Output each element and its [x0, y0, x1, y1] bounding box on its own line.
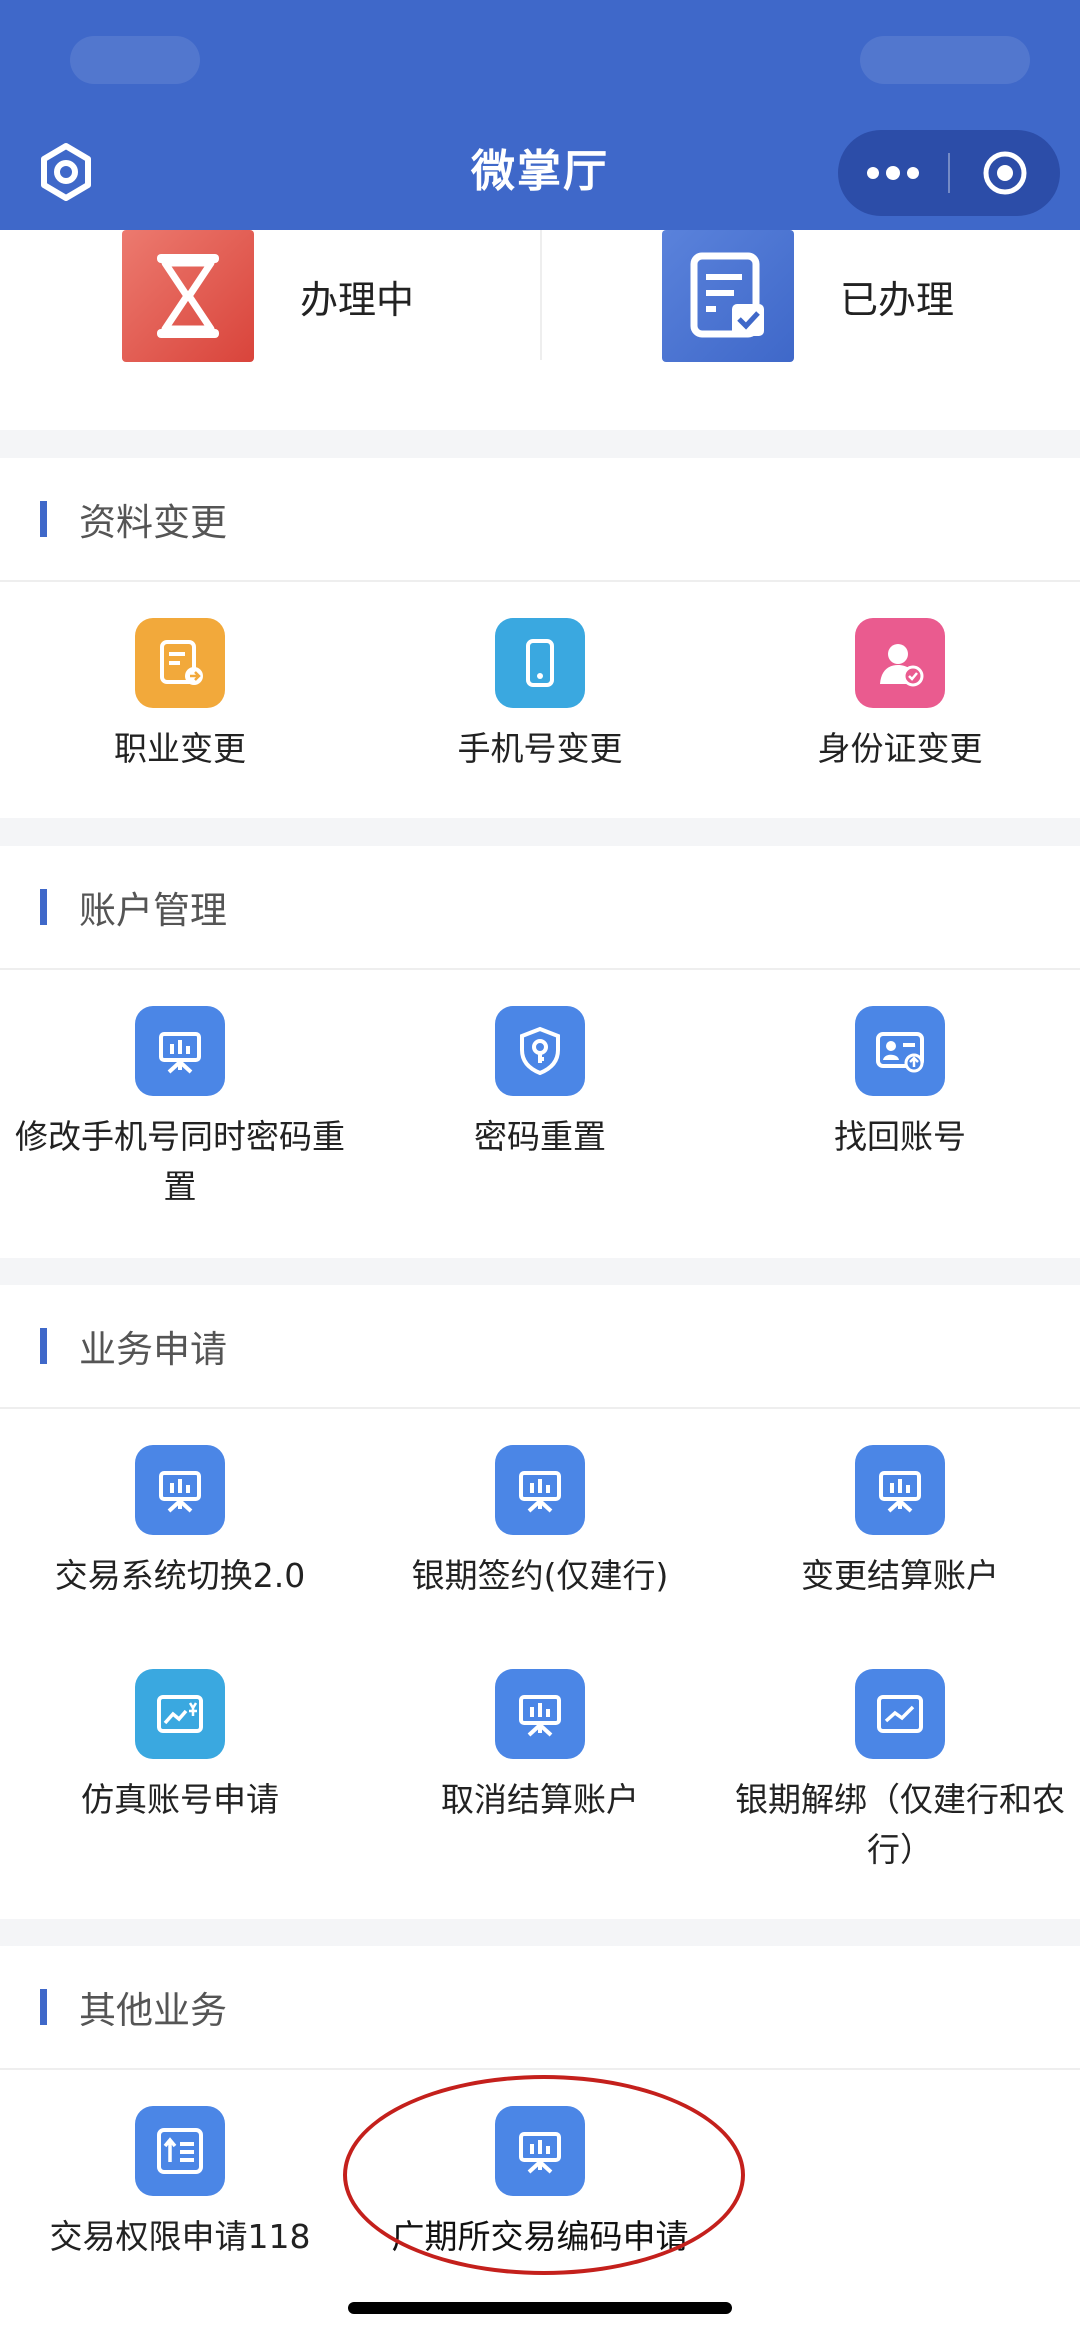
- phone-icon: [495, 618, 585, 708]
- service-phone-change[interactable]: 手机号变更: [360, 618, 720, 774]
- presentation-icon: [855, 1445, 945, 1535]
- presentation-icon: [495, 1445, 585, 1535]
- service-label: 职业变更: [114, 729, 246, 768]
- section-title: 其他业务: [79, 1989, 227, 2032]
- user-check-icon: [855, 618, 945, 708]
- service-occupation-change[interactable]: 职业变更: [0, 618, 360, 774]
- shield-key-icon: [495, 1006, 585, 1096]
- service-trading-system-switch[interactable]: 交易系统切换2.0: [0, 1445, 360, 1601]
- home-indicator[interactable]: [348, 2302, 732, 2314]
- target-circle-icon[interactable]: [950, 130, 1060, 216]
- presentation-icon: [135, 1006, 225, 1096]
- service-simulation-account[interactable]: 仿真账号申请: [0, 1669, 360, 1825]
- service-bank-futures-unbind[interactable]: 银期解绑（仅建行和农行）: [720, 1669, 1080, 1875]
- service-label: 广期所交易编码申请: [391, 2217, 689, 2256]
- section-header: 资料变更: [0, 458, 1080, 582]
- section-header: 其他业务: [0, 1946, 1080, 2070]
- section-accent-bar: [40, 1989, 47, 2025]
- section-header: 业务申请: [0, 1285, 1080, 1409]
- service-trading-permission-118[interactable]: 交易权限申请118: [0, 2106, 360, 2262]
- section-title: 业务申请: [79, 1328, 227, 1371]
- service-gfex-trading-code[interactable]: 广期所交易编码申请: [360, 2106, 720, 2262]
- section-accent-bar: [40, 1328, 47, 1364]
- service-label: 密码重置: [474, 1117, 606, 1156]
- service-cancel-settlement-account[interactable]: 取消结算账户: [360, 1669, 720, 1825]
- chart-yen-icon: [135, 1669, 225, 1759]
- service-label: 银期签约(仅建行): [411, 1556, 669, 1595]
- service-label: 修改手机号同时密码重置: [15, 1117, 345, 1206]
- service-label: 银期解绑（仅建行和农行）: [735, 1780, 1065, 1869]
- status-bar-icons: [860, 36, 1030, 84]
- id-card-icon: [855, 1006, 945, 1096]
- service-modify-phone-reset-password[interactable]: 修改手机号同时密码重置: [0, 1006, 360, 1212]
- form-arrow-icon: [135, 618, 225, 708]
- service-label: 找回账号: [834, 1117, 966, 1156]
- section-other-business: 其他业务 交易权限申请118 广期所交易编码申请: [0, 1946, 1080, 2337]
- trend-chart-icon: [855, 1669, 945, 1759]
- service-label: 交易权限申请118: [49, 2217, 311, 2256]
- section-header: 账户管理: [0, 846, 1080, 970]
- service-label: 变更结算账户: [801, 1556, 999, 1595]
- service-label: 手机号变更: [457, 729, 623, 768]
- mini-program-capsule: [838, 130, 1060, 216]
- hourglass-icon: [122, 230, 254, 362]
- document-check-icon: [662, 230, 794, 362]
- status-bar-time: [70, 36, 200, 84]
- service-change-settlement-account[interactable]: 变更结算账户: [720, 1445, 1080, 1601]
- status-processing-label: 办理中: [300, 277, 415, 322]
- service-label: 身份证变更: [817, 729, 983, 768]
- presentation-icon: [495, 1669, 585, 1759]
- status-done[interactable]: 已办理: [662, 230, 954, 362]
- section-account-management: 账户管理 修改手机号同时密码重置 密码重置 找回账号: [0, 846, 1080, 1258]
- service-label: 仿真账号申请: [81, 1780, 279, 1819]
- presentation-icon: [135, 1445, 225, 1535]
- service-label: 取消结算账户: [441, 1780, 639, 1819]
- service-idcard-change[interactable]: 身份证变更: [720, 618, 1080, 774]
- status-done-label: 已办理: [840, 277, 955, 322]
- service-label: 交易系统切换2.0: [54, 1556, 306, 1595]
- navigation-bar: 微掌厅: [0, 0, 1080, 230]
- application-status-card: 办理中 已办理: [0, 230, 1080, 430]
- status-processing[interactable]: 办理中: [122, 230, 414, 362]
- service-recover-account[interactable]: 找回账号: [720, 1006, 1080, 1162]
- section-accent-bar: [40, 889, 47, 925]
- section-business-application: 业务申请 交易系统切换2.0 银期签约(仅建行) 变更结算账户 仿真账号申请 取…: [0, 1285, 1080, 1919]
- sort-list-icon: [135, 2106, 225, 2196]
- section-profile-change: 资料变更 职业变更 手机号变更 身份证变更: [0, 458, 1080, 818]
- service-bank-futures-signing[interactable]: 银期签约(仅建行): [360, 1445, 720, 1601]
- section-title: 资料变更: [79, 501, 227, 544]
- more-dots-icon[interactable]: [838, 130, 948, 216]
- section-title: 账户管理: [79, 889, 227, 932]
- status-divider: [540, 230, 542, 360]
- presentation-icon: [495, 2106, 585, 2196]
- service-password-reset[interactable]: 密码重置: [360, 1006, 720, 1162]
- section-accent-bar: [40, 501, 47, 537]
